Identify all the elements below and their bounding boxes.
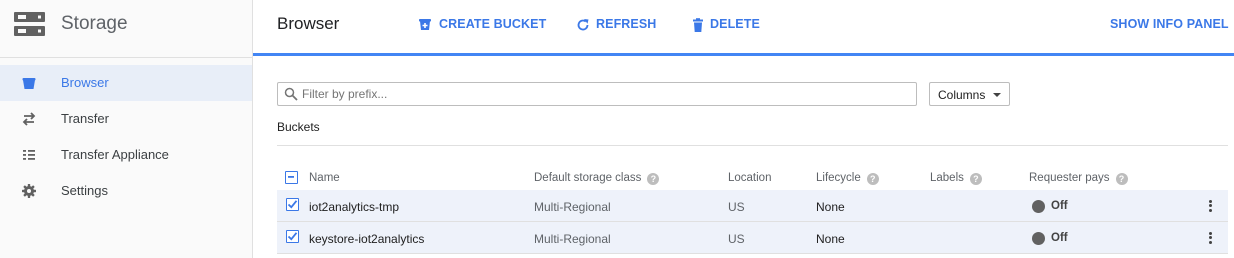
row-checkbox[interactable]: [286, 198, 299, 211]
columns-label: Columns: [938, 88, 986, 102]
sidebar-header: Storage: [0, 0, 252, 58]
storage-class-cell: Multi-Regional: [534, 200, 611, 214]
section-label: Buckets: [277, 120, 320, 134]
help-icon[interactable]: ?: [969, 173, 982, 185]
checkmark-icon: [287, 232, 298, 241]
column-header-label: Lifecycle: [816, 172, 861, 184]
action-bar: Browser CREATE BUCKET REFRESH DELETE SHO…: [253, 0, 1234, 56]
create-bucket-icon: [419, 19, 431, 30]
help-icon[interactable]: ?: [1115, 173, 1128, 185]
refresh-label: REFRESH: [596, 17, 657, 31]
more-options-icon[interactable]: [1206, 230, 1214, 246]
column-header-storage-class[interactable]: Default storage class?: [534, 172, 660, 185]
page-title: Browser: [277, 14, 340, 33]
sidebar-item-label: Transfer Appliance: [61, 147, 169, 162]
column-header-labels[interactable]: Labels?: [930, 172, 982, 185]
columns-dropdown[interactable]: Columns: [929, 82, 1010, 106]
show-info-panel-label: SHOW INFO PANEL: [1110, 17, 1229, 31]
search-icon: [284, 87, 298, 101]
filter-box: [277, 82, 917, 106]
sidebar-item-label: Transfer: [61, 111, 109, 126]
help-icon[interactable]: ?: [866, 173, 879, 185]
more-options-icon[interactable]: [1206, 198, 1214, 214]
requester-pays-toggle[interactable]: [1032, 200, 1045, 213]
location-cell: US: [728, 200, 745, 214]
sidebar-item-browser[interactable]: Browser: [0, 65, 252, 101]
delete-button[interactable]: DELETE: [691, 16, 761, 36]
divider: [277, 145, 1228, 146]
row-checkbox[interactable]: [286, 230, 299, 243]
column-header-requester-pays[interactable]: Requester pays?: [1029, 172, 1128, 185]
column-header-label: Requester pays: [1029, 172, 1110, 184]
table-row[interactable]: iot2analytics-tmp Multi-Regional US None…: [277, 190, 1228, 222]
list-icon: [23, 150, 35, 160]
sidebar: Storage Browser Transfer Transfer Applia…: [0, 0, 253, 258]
column-header-name[interactable]: Name: [309, 172, 340, 184]
table-header: Name Default storage class? Location Lif…: [277, 165, 1228, 191]
storage-class-cell: Multi-Regional: [534, 232, 611, 246]
create-bucket-button[interactable]: CREATE BUCKET: [418, 16, 547, 36]
transfer-arrows-icon: [22, 112, 36, 126]
bucket-name-link[interactable]: keystore-iot2analytics: [309, 232, 424, 246]
sidebar-item-label: Browser: [61, 75, 109, 90]
column-header-label: Location: [728, 172, 772, 184]
storage-console: Storage Browser Transfer Transfer Applia…: [0, 0, 1234, 258]
storage-logo-icon: [14, 12, 45, 36]
bucket-icon: [22, 78, 36, 89]
refresh-icon: [577, 19, 589, 31]
column-header-label: Labels: [930, 172, 964, 184]
requester-pays-toggle[interactable]: [1032, 232, 1045, 245]
lifecycle-cell: None: [816, 200, 845, 214]
requester-pays-value: Off: [1051, 232, 1068, 244]
trash-icon: [693, 18, 703, 32]
lifecycle-cell: None: [816, 232, 845, 246]
sidebar-item-settings[interactable]: Settings: [0, 173, 252, 209]
requester-pays-value: Off: [1051, 200, 1068, 212]
help-icon[interactable]: ?: [647, 173, 660, 185]
location-cell: US: [728, 232, 745, 246]
column-header-location[interactable]: Location: [728, 172, 771, 184]
sidebar-item-transfer[interactable]: Transfer: [0, 101, 252, 137]
column-header-label: Default storage class: [534, 172, 642, 184]
indeterminate-icon: [288, 176, 294, 178]
refresh-button[interactable]: REFRESH: [576, 16, 656, 36]
filter-input[interactable]: [302, 85, 902, 103]
sidebar-item-transfer-appliance[interactable]: Transfer Appliance: [0, 137, 252, 173]
table-row[interactable]: keystore-iot2analytics Multi-Regional US…: [277, 222, 1228, 254]
sidebar-item-label: Settings: [61, 183, 108, 198]
gear-icon: [22, 184, 36, 198]
checkmark-icon: [287, 200, 298, 209]
sidebar-title: Storage: [61, 13, 128, 34]
column-header-lifecycle[interactable]: Lifecycle?: [816, 172, 879, 185]
main-panel: Browser CREATE BUCKET REFRESH DELETE SHO…: [253, 0, 1234, 258]
chevron-down-icon: [993, 93, 1001, 97]
select-all-checkbox[interactable]: [285, 171, 298, 184]
show-info-panel-button[interactable]: SHOW INFO PANEL: [1110, 16, 1229, 36]
bucket-name-link[interactable]: iot2analytics-tmp: [309, 200, 399, 214]
column-header-label: Name: [309, 172, 340, 184]
delete-label: DELETE: [710, 17, 760, 31]
create-bucket-label: CREATE BUCKET: [439, 17, 547, 31]
